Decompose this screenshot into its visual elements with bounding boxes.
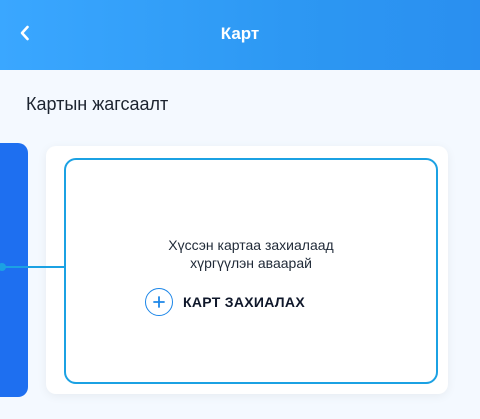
top-bar: Карт (0, 0, 480, 70)
connector-line (0, 266, 66, 268)
order-card-label: КАРТ ЗАХИАЛАХ (183, 294, 305, 310)
plus-icon (145, 288, 173, 316)
app-frame: Карт Картын жагсаалт Хүссэн картаа захиа… (0, 0, 480, 419)
order-message-line-2: хүргүүлэн аваарай (190, 255, 312, 271)
page-title: Карт (220, 24, 260, 43)
order-message: Хүссэн картаа захиалаад хүргүүлэн аваара… (64, 236, 438, 272)
order-card-button[interactable]: КАРТ ЗАХИАЛАХ (145, 286, 305, 318)
card-list-title: Картын жагсаалт (26, 94, 169, 114)
order-message-line-1: Хүссэн картаа захиалаад (168, 237, 334, 253)
